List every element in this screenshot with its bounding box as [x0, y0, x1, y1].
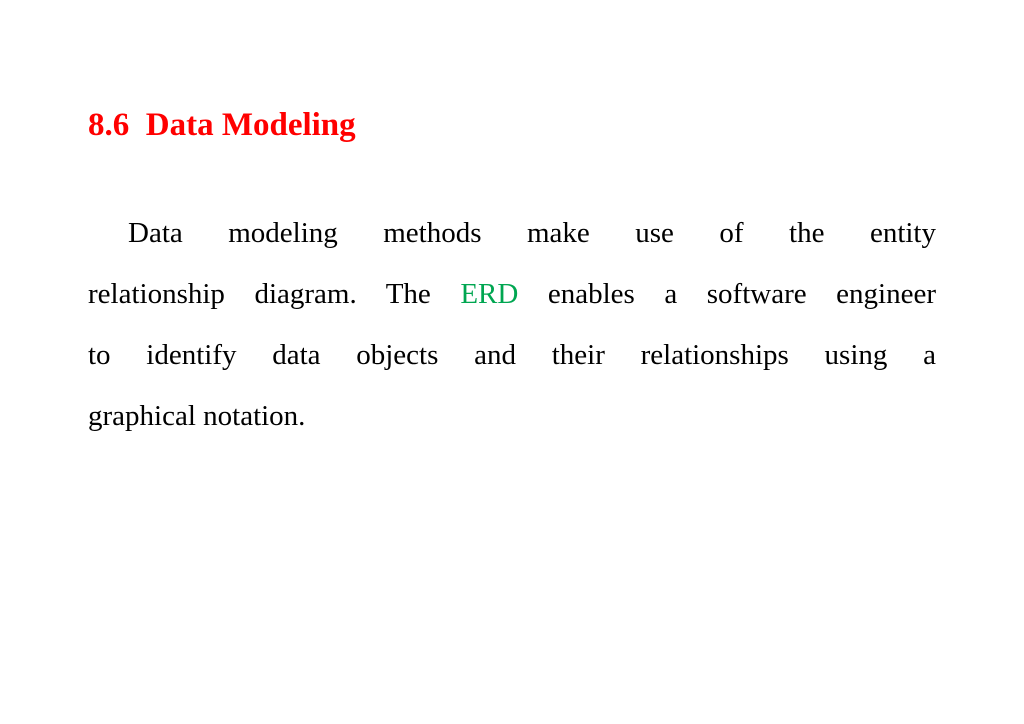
erd-highlight: ERD — [460, 278, 519, 310]
slide: 8.6 Data Modeling Data modeling methods … — [0, 0, 1024, 724]
body-paragraph: Data modeling methods make use of the en… — [88, 203, 936, 447]
line-2-before: relationship diagram. The — [88, 278, 461, 310]
slide-title: 8.6 Data Modeling — [88, 107, 356, 143]
paragraph-line-2: relationship diagram. The ERD enables a … — [88, 264, 936, 325]
paragraph-line-1: Data modeling methods make use of the en… — [128, 217, 936, 249]
line-2-after: enables a software engineer — [518, 278, 936, 310]
paragraph-line-3: to identify data objects and their relat… — [88, 339, 936, 371]
paragraph-line-4: graphical notation. — [88, 400, 306, 432]
